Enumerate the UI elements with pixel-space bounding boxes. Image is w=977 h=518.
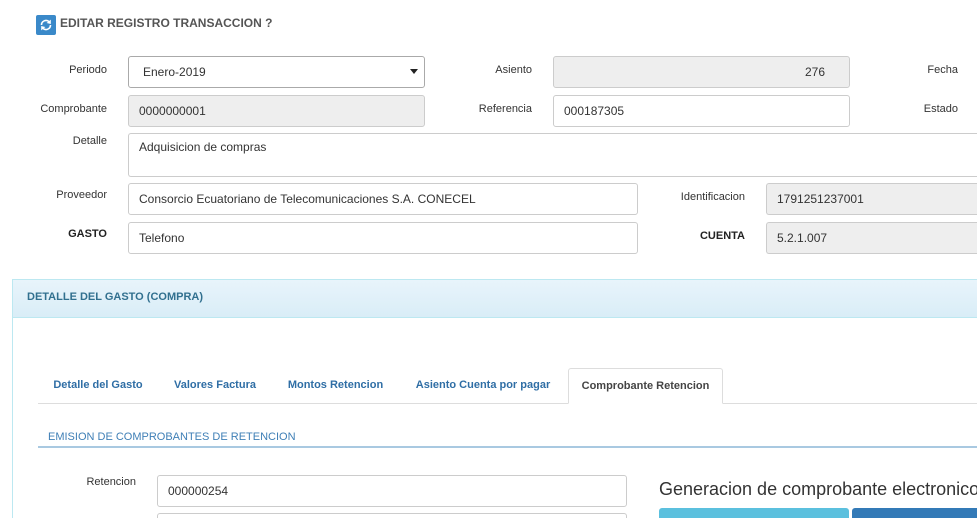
referencia-field[interactable]: 000187305	[553, 95, 850, 127]
info-action-button[interactable]	[659, 508, 849, 518]
expense-detail-panel: DETALLE DEL GASTO (COMPRA) Detalle del G…	[12, 279, 977, 518]
comprobante-field[interactable]: 0000000001	[128, 95, 425, 127]
tab-montos-retencion[interactable]: Montos Retencion	[273, 368, 398, 403]
retencion-field[interactable]: 000000254	[157, 475, 627, 507]
tab-valores-factura[interactable]: Valores Factura	[160, 368, 270, 403]
asiento-value: 276	[804, 65, 825, 79]
gasto-field[interactable]: Telefono	[128, 222, 638, 254]
detalle-label: Detalle	[72, 135, 107, 147]
proveedor-field[interactable]: Consorcio Ecuatoriano de Telecomunicacio…	[128, 183, 638, 215]
comprobante-label: Comprobante	[40, 103, 107, 115]
cuenta-label: CUENTA	[699, 230, 745, 242]
refresh-icon	[36, 15, 56, 35]
chevron-down-icon	[410, 69, 418, 74]
retencion-value: 000000254	[168, 484, 229, 498]
referencia-value: 000187305	[564, 104, 625, 118]
tab-detalle-del-gasto[interactable]: Detalle del Gasto	[38, 368, 158, 403]
panel-title: DETALLE DEL GASTO (COMPRA)	[27, 291, 203, 303]
referencia-label: Referencia	[478, 103, 532, 115]
estado-label: Estado	[923, 103, 958, 115]
detalle-textarea[interactable]: Adquisicion de compras	[128, 133, 977, 177]
gasto-label: GASTO	[68, 228, 107, 240]
detalle-value: Adquisicion de compras	[139, 140, 267, 154]
section-divider	[38, 446, 977, 448]
tab-comprobante-retencion[interactable]: Comprobante Retencion	[568, 368, 723, 404]
periodo-value: Enero-2019	[143, 65, 206, 79]
asiento-field[interactable]: 276	[553, 56, 850, 88]
periodo-label: Periodo	[69, 64, 107, 76]
comprobante-value: 0000000001	[139, 104, 206, 118]
section-title: EMISION DE COMPROBANTES DE RETENCION	[48, 431, 296, 443]
identificacion-field[interactable]: 1791251237001	[766, 183, 977, 215]
identificacion-value: 1791251237001	[777, 192, 864, 206]
retencion-secondary-field[interactable]	[157, 513, 627, 518]
electronic-voucher-heading: Generacion de comprobante electronico	[659, 479, 977, 499]
asiento-label: Asiento	[495, 64, 532, 76]
panel-header: DETALLE DEL GASTO (COMPRA)	[13, 280, 977, 318]
cuenta-field[interactable]: 5.2.1.007	[766, 222, 977, 254]
retencion-label: Retencion	[86, 476, 136, 488]
proveedor-label: Proveedor	[56, 189, 107, 201]
tab-asiento-cuenta-por-pagar[interactable]: Asiento Cuenta por pagar	[401, 368, 565, 403]
proveedor-value: Consorcio Ecuatoriano de Telecomunicacio…	[139, 192, 476, 206]
tab-bar-divider	[38, 403, 977, 404]
primary-action-button[interactable]	[852, 508, 977, 518]
page-title: EDITAR REGISTRO TRANSACCION ?	[60, 16, 273, 30]
fecha-label: Fecha	[927, 64, 958, 76]
cuenta-value: 5.2.1.007	[777, 231, 828, 245]
periodo-select[interactable]: Enero-2019	[128, 56, 425, 88]
gasto-value: Telefono	[139, 231, 185, 245]
identificacion-label: Identificacion	[680, 191, 745, 203]
